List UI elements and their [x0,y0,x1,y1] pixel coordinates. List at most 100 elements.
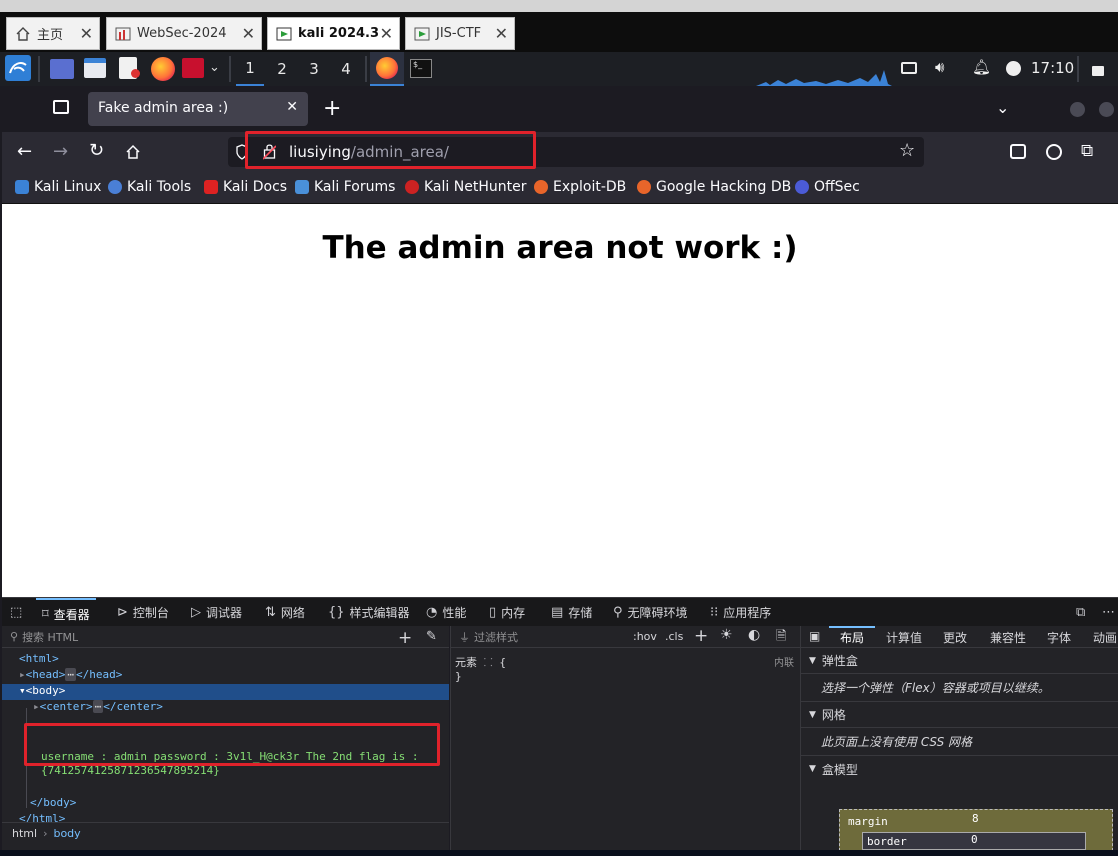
print-media-icon[interactable]: 🗎︎ [776,627,786,649]
add-rule-icon[interactable]: + [694,626,708,646]
terminal-red-icon[interactable] [182,58,204,78]
volume-icon[interactable]: 🔊︎ [935,58,944,76]
forward-arrow-icon[interactable]: → [53,141,68,162]
border-value[interactable]: 0 [971,833,978,846]
devtools-tab-storage[interactable]: ▤ 存储 [551,598,592,626]
devtools-tab-inspector[interactable]: ⌑ 查看器 [36,598,96,628]
pocket-icon[interactable] [1010,144,1026,159]
tab-fonts[interactable]: 字体 [1047,629,1071,646]
devtools-tab-debugger[interactable]: ▷ 调试器 [191,598,242,626]
tab-animations[interactable]: 动画 [1093,629,1117,646]
tab-computed[interactable]: 计算值 [886,629,922,646]
list-all-tabs-icon[interactable]: ⌄ [996,98,1009,117]
kali-menu-icon[interactable] [5,55,31,81]
devtools-tab-network[interactable]: ⇅ 网络 [265,598,305,626]
vm-tab-home[interactable]: 主页 ✕ [6,17,100,50]
account-icon[interactable] [1046,144,1062,160]
file-manager-icon[interactable] [84,58,106,78]
collapsed-ellipsis-icon[interactable]: ⋯ [65,668,76,681]
bookmark-kali-forums[interactable]: Kali Forums [295,179,395,195]
new-tab-button[interactable]: + [323,96,341,121]
tab-changes[interactable]: 更改 [943,629,967,646]
extensions-icon[interactable]: ⧉ [1081,141,1093,161]
bookmark-kali-docs[interactable]: Kali Docs [204,179,287,195]
search-icon: ⚲ [10,630,19,643]
close-icon[interactable]: ✕ [80,24,93,43]
devtools-tab-accessibility[interactable]: ⚲ 无障碍环境 [613,598,688,626]
section-flexbox[interactable]: ▼ 弹性盒 [801,648,1118,674]
bookmark-kali-tools[interactable]: Kali Tools [108,179,191,195]
window-minimize-button[interactable] [1070,102,1085,117]
browser-tab-active[interactable]: Fake admin area :) ✕ [88,92,308,126]
tree-node-body-selected[interactable]: ▾<body> [2,684,449,700]
close-icon[interactable]: ✕ [242,24,255,43]
node-highlight-icon[interactable]: ⸬ [484,656,493,669]
display-icon[interactable] [901,62,917,74]
firefox-icon[interactable] [151,57,175,81]
devtools-tab-performance[interactable]: ◔ 性能 [426,598,466,626]
bookmark-kali-linux[interactable]: Kali Linux [15,179,101,195]
lock-icon[interactable] [1092,66,1104,76]
box-model-border[interactable]: border 0 [862,832,1086,850]
taskbar-terminal-window[interactable]: $_ [410,59,432,78]
close-icon[interactable]: ✕ [286,99,298,115]
bookmark-offsec[interactable]: OffSec [795,179,860,195]
back-arrow-icon[interactable]: ← [17,141,32,162]
cls-toggle[interactable]: .cls [665,630,683,643]
taskbar-firefox-window[interactable] [370,52,404,86]
toggle-sidebar-icon[interactable]: ▣ [809,629,820,643]
markup-search-bar[interactable]: ⚲ 搜索 HTML + ✎ [2,626,449,648]
text-editor-icon[interactable] [119,57,140,79]
power-manager-icon[interactable] [1006,61,1021,76]
box-model-margin[interactable]: margin 8 border 0 [839,809,1113,851]
filter-styles-input[interactable]: 过滤样式 [474,629,518,645]
window-close-button[interactable] [1099,102,1114,117]
search-html-input[interactable]: 搜索 HTML [22,629,78,645]
workspace-4[interactable]: 4 [332,52,360,86]
vm-tab-jisctf[interactable]: JIS-CTF ✕ [405,17,515,50]
bookmark-star-icon[interactable]: ☆ [899,140,915,161]
tab-compatibility[interactable]: 兼容性 [990,629,1026,646]
notification-bell-icon[interactable]: 🔔︎ [972,58,991,76]
more-options-icon[interactable]: ⋯ [1102,598,1118,626]
bookmark-google-hacking-db[interactable]: Google Hacking DB [637,179,791,195]
hov-toggle[interactable]: :hov [633,630,657,643]
devtools-tab-style-editor[interactable]: {} 样式编辑器 [328,598,410,626]
bookmark-exploit-db[interactable]: Exploit-DB [534,179,626,195]
dark-theme-icon[interactable]: ◐ [748,627,760,643]
workspace-1[interactable]: 1 [236,52,264,86]
workspace-2[interactable]: 2 [268,52,296,86]
performance-icon: ◔ [426,604,438,620]
devtools-tab-console[interactable]: ⊳ 控制台 [117,598,169,626]
tree-node-head[interactable]: ▸<head> ⋯ </head> [19,668,122,684]
devtools-tab-memory[interactable]: ▯ 内存 [489,598,525,626]
devtools-tab-application[interactable]: ⁝⁝ 应用程序 [710,598,771,626]
eyedropper-icon[interactable]: ✎ [426,629,437,644]
vm-tab-websec[interactable]: WebSec-2024 ✕ [106,17,262,50]
close-icon[interactable]: ✕ [495,24,508,43]
vm-tab-kali[interactable]: kali 2024.3 ✕ [267,17,400,50]
dock-side-icon[interactable]: ⧉ [1076,598,1090,626]
clock[interactable]: 17:10 [1031,59,1074,77]
breadcrumb-item[interactable]: body [53,827,80,840]
close-icon[interactable]: ✕ [380,24,393,43]
home-icon[interactable] [125,144,141,160]
tree-node-center[interactable]: ▸<center> ⋯ </center> [33,700,163,716]
tab-layout[interactable]: 布局 [829,626,876,648]
breadcrumb-item[interactable]: html [12,827,37,840]
margin-value[interactable]: 8 [972,812,979,825]
element-picker-icon[interactable]: ⬚ [10,598,27,626]
section-box-model[interactable]: ▼ 盒模型 [801,756,1118,782]
section-grid[interactable]: ▼ 网格 [801,702,1118,728]
chevron-down-icon[interactable]: ⌄ [209,60,220,75]
light-theme-icon[interactable]: ☀ [720,627,733,643]
tree-node-html[interactable]: <html> [19,652,59,668]
workspace-3[interactable]: 3 [300,52,328,86]
bookmark-kali-nethunter[interactable]: Kali NetHunter [405,179,526,195]
add-node-icon[interactable]: + [398,628,412,648]
tree-node-body-close[interactable]: </body> [30,796,76,812]
collapsed-ellipsis-icon[interactable]: ⋯ [92,700,104,713]
tab-manager-icon[interactable] [53,100,69,114]
reload-icon[interactable]: ↻ [89,140,104,161]
desktop-icon[interactable] [50,59,74,79]
